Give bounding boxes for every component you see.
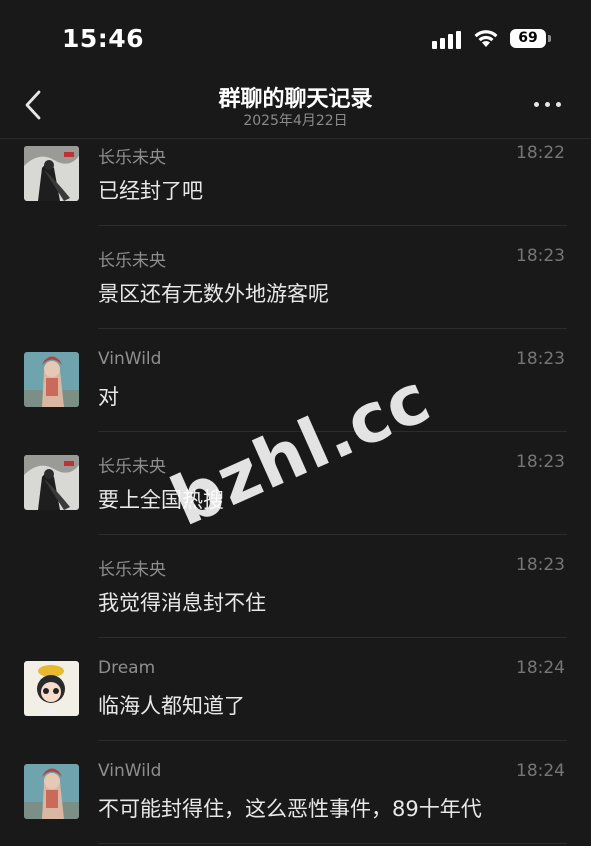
message-item[interactable]: VinWild 18:24 不可能封得住，这么恶性事件，89十年代 (0, 757, 591, 846)
status-bar: 15:46 69 (0, 0, 591, 78)
divider (98, 534, 567, 535)
message-text: 临海人都知道了 (98, 694, 245, 718)
more-options-icon[interactable] (532, 94, 564, 114)
page-subtitle: 2025年4月22日 (243, 113, 348, 129)
divider (98, 740, 567, 741)
message-time: 18:23 (516, 452, 565, 472)
battery-icon: 69 (510, 29, 546, 48)
message-item[interactable]: Dream 18:24 临海人都知道了 (0, 654, 591, 757)
message-item[interactable]: 长乐未央 18:22 已经封了吧 (0, 139, 591, 242)
ink-painting-avatar[interactable] (24, 146, 79, 201)
message-text: 对 (98, 385, 119, 409)
cellular-signal-icon (432, 31, 461, 49)
message-time: 18:23 (516, 246, 565, 266)
message-item[interactable]: 长乐未央 18:23 我觉得消息封不住 (0, 551, 591, 654)
divider (98, 328, 567, 329)
message-time: 18:22 (516, 143, 565, 163)
message-sender: Dream (98, 658, 156, 678)
divider (98, 637, 567, 638)
battery-tip (548, 35, 551, 42)
message-item[interactable]: 长乐未央 18:23 景区还有无数外地游客呢 (0, 242, 591, 345)
ink-painting-avatar[interactable] (24, 455, 79, 510)
message-time: 18:24 (516, 658, 565, 678)
message-time: 18:24 (516, 761, 565, 781)
message-text: 不可能封得住，这么恶性事件，89十年代 (98, 797, 482, 821)
page-title: 群聊的聊天记录 (218, 87, 373, 112)
divider (98, 225, 567, 226)
divider (98, 843, 567, 844)
message-sender: 长乐未央 (98, 560, 166, 580)
message-time: 18:23 (516, 349, 565, 369)
nav-bar: 群聊的聊天记录 2025年4月22日 (0, 78, 591, 139)
illustrated-figure-avatar[interactable] (24, 764, 79, 819)
message-time: 18:23 (516, 555, 565, 575)
message-sender: 长乐未央 (98, 457, 166, 477)
message-sender: VinWild (98, 761, 162, 781)
battery-level: 69 (518, 30, 538, 46)
message-sender: 长乐未央 (98, 148, 166, 168)
message-text: 已经封了吧 (98, 179, 203, 203)
wifi-icon (474, 30, 498, 47)
status-time: 15:46 (62, 24, 145, 53)
message-text: 景区还有无数外地游客呢 (98, 282, 329, 306)
illustrated-figure-avatar[interactable] (24, 352, 79, 407)
message-sender: VinWild (98, 349, 162, 369)
cartoon-girl-avatar[interactable] (24, 661, 79, 716)
message-sender: 长乐未央 (98, 251, 166, 271)
message-text: 我觉得消息封不住 (98, 591, 266, 615)
